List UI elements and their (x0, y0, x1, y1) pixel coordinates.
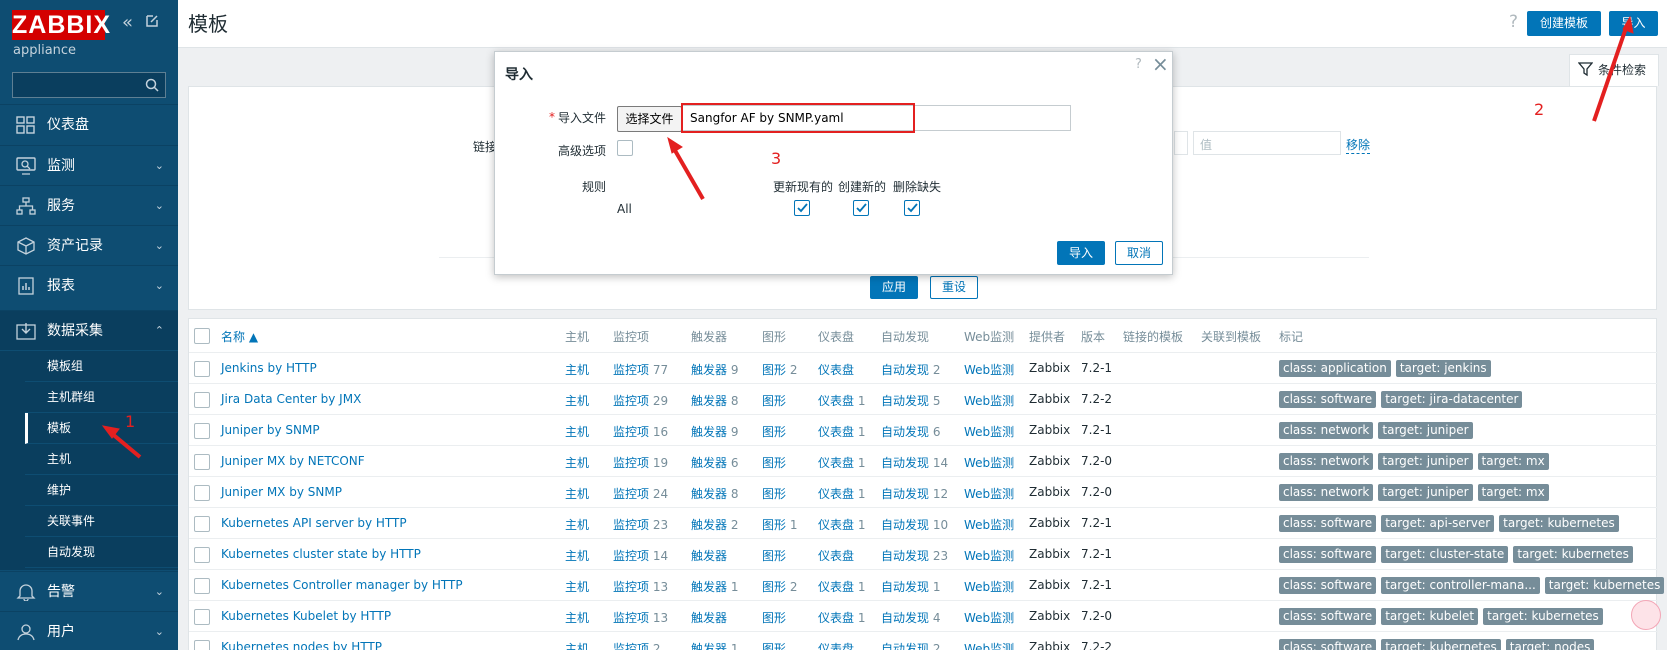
annotation-arrows (101, 15, 1634, 459)
arrow-1 (108, 430, 142, 459)
translate-badge-icon[interactable] (1631, 600, 1661, 630)
zabbix-app: ZABBIX appliance « 仪表盘 监测 ⌄ 服务 ⌄ 资产记录 ⌄ (0, 0, 1667, 650)
arrow-3 (671, 146, 705, 200)
arrow-2 (1592, 24, 1629, 122)
